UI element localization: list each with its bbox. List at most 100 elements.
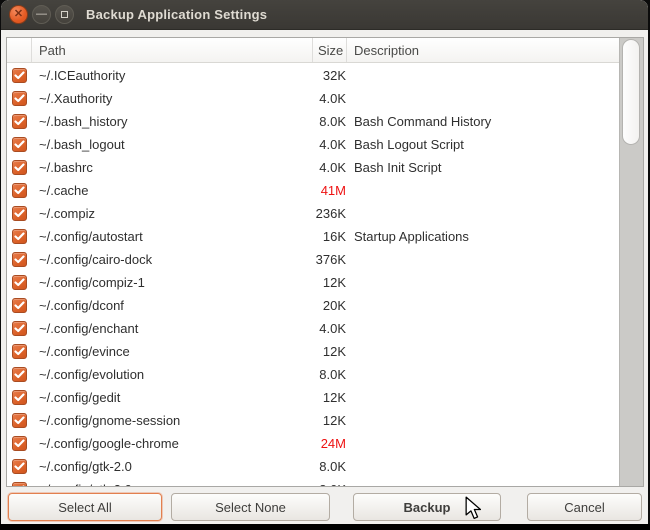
table-row[interactable]: ~/.config/evince 12K <box>7 340 619 363</box>
cancel-button[interactable]: Cancel <box>527 493 642 521</box>
row-size: 12K <box>313 271 347 294</box>
table-row[interactable]: ~/.config/cairo-dock 376K <box>7 248 619 271</box>
row-size: 4.0K <box>313 156 347 179</box>
row-checkbox-checked-icon[interactable] <box>12 252 27 267</box>
row-size: 41M <box>313 179 347 202</box>
row-path: ~/.config/dconf <box>32 294 313 317</box>
table-body: ~/.ICEauthority 32K ~/.Xauthority 4.0K ~… <box>7 64 619 486</box>
row-checkbox-checked-icon[interactable] <box>12 482 27 486</box>
row-description <box>347 432 619 455</box>
row-path: ~/.config/gnome-session <box>32 409 313 432</box>
vertical-scrollbar[interactable] <box>619 38 643 486</box>
row-checkbox-checked-icon[interactable] <box>12 321 27 336</box>
table-row[interactable]: ~/.bash_history 8.0K Bash Command Histor… <box>7 110 619 133</box>
row-checkbox-checked-icon[interactable] <box>12 229 27 244</box>
row-description: Startup Applications <box>347 225 619 248</box>
row-description: Bash Logout Script <box>347 133 619 156</box>
row-path: ~/.config/compiz-1 <box>32 271 313 294</box>
row-description <box>347 363 619 386</box>
row-size: 32K <box>313 64 347 87</box>
header-size[interactable]: Size <box>313 38 347 62</box>
close-window-icon[interactable]: ✕ <box>9 5 28 24</box>
row-description: Bash Init Script <box>347 156 619 179</box>
row-checkbox-checked-icon[interactable] <box>12 367 27 382</box>
row-description <box>347 179 619 202</box>
row-checkbox-checked-icon[interactable] <box>12 206 27 221</box>
table-row[interactable]: ~/.bash_logout 4.0K Bash Logout Script <box>7 133 619 156</box>
table-row[interactable]: ~/.config/compiz-1 12K <box>7 271 619 294</box>
row-path: ~/.bash_logout <box>32 133 313 156</box>
row-path: ~/.config/gtk-3.0 <box>32 478 313 486</box>
maximize-window-icon[interactable] <box>55 5 74 24</box>
table-row[interactable]: ~/.config/google-chrome 24M <box>7 432 619 455</box>
table-row[interactable]: ~/.config/autostart 16K Startup Applicat… <box>7 225 619 248</box>
row-size: 4.0K <box>313 317 347 340</box>
minimize-window-icon[interactable]: — <box>32 5 51 24</box>
row-checkbox-checked-icon[interactable] <box>12 114 27 129</box>
row-description <box>347 340 619 363</box>
table-row[interactable]: ~/.ICEauthority 32K <box>7 64 619 87</box>
row-description <box>347 294 619 317</box>
table-header[interactable]: Path Size Description <box>7 38 643 63</box>
row-checkbox-checked-icon[interactable] <box>12 68 27 83</box>
select-none-button[interactable]: Select None <box>171 493 330 521</box>
button-bar: Select All Select None Backup Cancel <box>1 487 648 524</box>
row-path: ~/.config/cairo-dock <box>32 248 313 271</box>
window-title: Backup Application Settings <box>86 7 267 22</box>
row-path: ~/.config/gedit <box>32 386 313 409</box>
scrollbar-thumb[interactable] <box>622 39 640 145</box>
row-checkbox-checked-icon[interactable] <box>12 91 27 106</box>
row-checkbox-checked-icon[interactable] <box>12 413 27 428</box>
row-size: 8.0K <box>313 363 347 386</box>
table-row[interactable]: ~/.config/gtk-3.0 8.0K <box>7 478 619 486</box>
row-size: 8.0K <box>313 478 347 486</box>
row-path: ~/.config/google-chrome <box>32 432 313 455</box>
backup-button[interactable]: Backup <box>353 493 501 521</box>
header-description[interactable]: Description <box>347 38 643 62</box>
row-path: ~/.ICEauthority <box>32 64 313 87</box>
file-list-table: Path Size Description ~/.ICEauthority 32… <box>6 37 644 487</box>
row-path: ~/.bash_history <box>32 110 313 133</box>
row-path: ~/.Xauthority <box>32 87 313 110</box>
row-checkbox-checked-icon[interactable] <box>12 137 27 152</box>
row-checkbox-checked-icon[interactable] <box>12 344 27 359</box>
row-size: 12K <box>313 386 347 409</box>
table-row[interactable]: ~/.compiz 236K <box>7 202 619 225</box>
screen-edge <box>0 524 650 530</box>
table-row[interactable]: ~/.config/evolution 8.0K <box>7 363 619 386</box>
row-path: ~/.bashrc <box>32 156 313 179</box>
row-description: Bash Command History <box>347 110 619 133</box>
table-row[interactable]: ~/.config/enchant 4.0K <box>7 317 619 340</box>
header-checkbox-column <box>7 38 32 62</box>
row-description <box>347 248 619 271</box>
row-size: 376K <box>313 248 347 271</box>
table-row[interactable]: ~/.config/gedit 12K <box>7 386 619 409</box>
table-row[interactable]: ~/.Xauthority 4.0K <box>7 87 619 110</box>
row-checkbox-checked-icon[interactable] <box>12 459 27 474</box>
backup-settings-window: ✕ — Backup Application Settings Path Siz… <box>1 0 648 524</box>
row-size: 4.0K <box>313 87 347 110</box>
titlebar[interactable]: ✕ — Backup Application Settings <box>1 0 648 30</box>
row-path: ~/.config/evolution <box>32 363 313 386</box>
row-description <box>347 87 619 110</box>
select-all-button[interactable]: Select All <box>8 493 162 521</box>
row-path: ~/.config/gtk-2.0 <box>32 455 313 478</box>
table-row[interactable]: ~/.config/gnome-session 12K <box>7 409 619 432</box>
row-checkbox-checked-icon[interactable] <box>12 183 27 198</box>
row-size: 24M <box>313 432 347 455</box>
header-path[interactable]: Path <box>32 38 313 62</box>
table-row[interactable]: ~/.bashrc 4.0K Bash Init Script <box>7 156 619 179</box>
row-checkbox-checked-icon[interactable] <box>12 298 27 313</box>
row-description <box>347 202 619 225</box>
row-size: 236K <box>313 202 347 225</box>
table-row[interactable]: ~/.cache 41M <box>7 179 619 202</box>
row-checkbox-checked-icon[interactable] <box>12 275 27 290</box>
row-description <box>347 64 619 87</box>
row-description <box>347 271 619 294</box>
row-checkbox-checked-icon[interactable] <box>12 390 27 405</box>
row-size: 8.0K <box>313 110 347 133</box>
row-checkbox-checked-icon[interactable] <box>12 160 27 175</box>
table-row[interactable]: ~/.config/gtk-2.0 8.0K <box>7 455 619 478</box>
row-checkbox-checked-icon[interactable] <box>12 436 27 451</box>
table-row[interactable]: ~/.config/dconf 20K <box>7 294 619 317</box>
